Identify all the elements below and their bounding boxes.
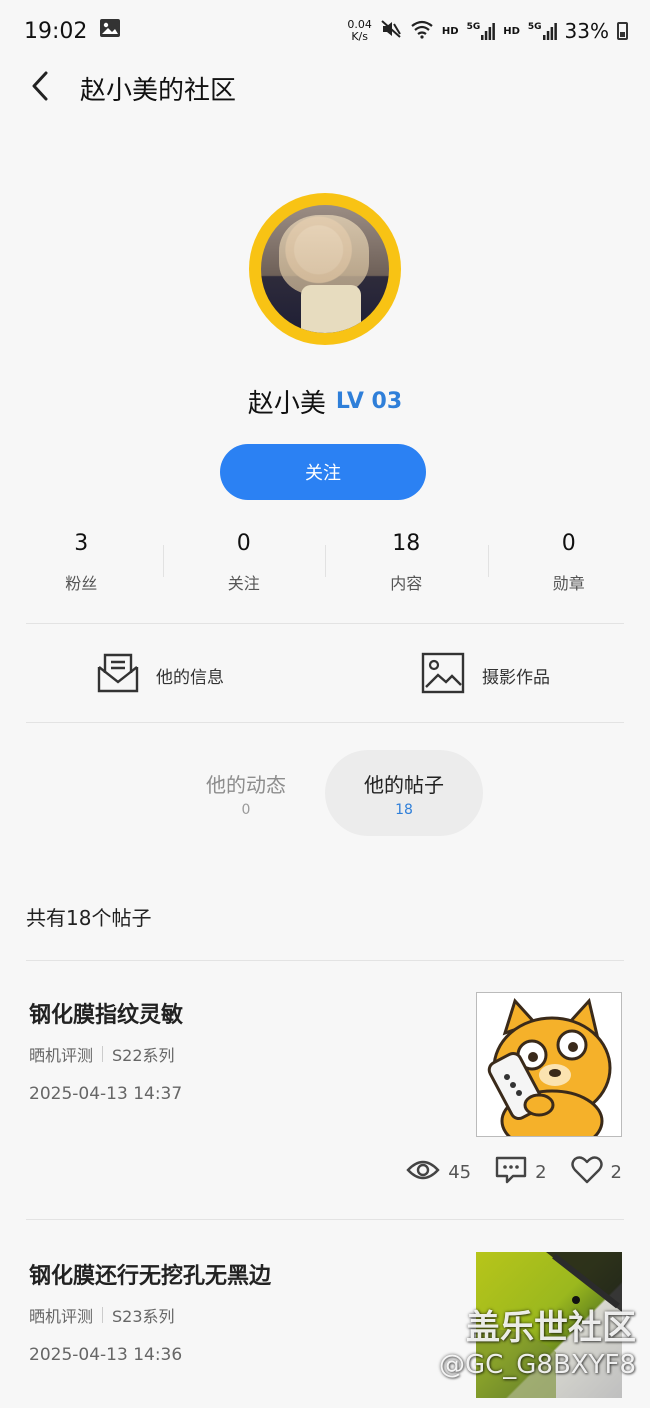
signal-icon-1: 5G <box>467 22 496 40</box>
follow-button[interactable]: 关注 <box>220 444 426 500</box>
stat-label: 勋章 <box>552 574 585 593</box>
divider <box>26 623 624 624</box>
post-item[interactable]: 钢化膜指纹灵敏 晒机评测 S22系列 2025-04-13 14:37 45 2… <box>0 961 650 1219</box>
likes-stat[interactable]: 2 <box>570 1156 622 1189</box>
his-info-label: 他的信息 <box>156 667 224 688</box>
watermark-handle: @GC_G8BXYF8 <box>438 1350 636 1380</box>
post-date: 2025-04-13 14:37 <box>29 1084 183 1104</box>
comments-stat[interactable]: 2 <box>495 1156 547 1189</box>
post-count-text: 共有18个帖子 <box>26 906 152 930</box>
divider <box>26 722 624 723</box>
signal-label-1: 5G <box>466 22 481 32</box>
tag-separator <box>102 1046 104 1062</box>
post-tags: 晒机评测 S22系列 <box>29 1042 175 1066</box>
wifi-icon <box>410 19 434 44</box>
status-bar: 19:02 0.04 K/s HD 5G HD 5G 33% <box>0 0 650 62</box>
content-tabs: 他的动态 0 他的帖子 18 <box>0 750 650 836</box>
cartoon-cat-image <box>487 997 612 1136</box>
stat-value: 0 <box>236 531 251 556</box>
avatar-ring[interactable] <box>249 193 401 345</box>
signal-label-2: 5G <box>527 22 542 32</box>
post-category: 晒机评测 <box>29 1307 94 1326</box>
post-thumbnail[interactable] <box>476 992 622 1137</box>
post-category: 晒机评测 <box>29 1046 94 1065</box>
post-date: 2025-04-13 14:36 <box>29 1345 183 1365</box>
tab-count: 18 <box>395 801 413 818</box>
stat-medals[interactable]: 0 勋章 <box>487 525 650 605</box>
post-meta: 45 2 2 <box>390 1156 622 1189</box>
signal-icon-2: 5G <box>528 22 557 40</box>
tag-separator <box>102 1307 104 1323</box>
stat-fans[interactable]: 3 粉丝 <box>0 525 163 605</box>
post-title: 钢化膜还行无挖孔无黑边 <box>29 1264 272 1289</box>
net-speed-unit: K/s <box>351 30 368 43</box>
post-series: S23系列 <box>112 1307 175 1326</box>
watermark-title: 盖乐世社区 <box>466 1308 636 1348</box>
post-series: S22系列 <box>112 1046 175 1065</box>
hd-label-1: HD <box>441 25 459 37</box>
mail-icon <box>96 651 140 699</box>
hd-label-2: HD <box>503 25 520 37</box>
stat-following[interactable]: 0 关注 <box>162 525 326 605</box>
post-title: 钢化膜指纹灵敏 <box>29 1003 184 1028</box>
stat-value: 18 <box>392 531 421 556</box>
back-button[interactable] <box>0 62 80 114</box>
his-info-link[interactable]: 他的信息 <box>96 640 224 710</box>
tab-count: 0 <box>241 801 251 818</box>
mute-icon <box>380 18 402 45</box>
stat-value: 3 <box>74 531 89 556</box>
views-count: 45 <box>448 1162 472 1183</box>
comments-count: 2 <box>535 1162 547 1183</box>
photography-link[interactable]: 摄影作品 <box>420 640 550 710</box>
avatar <box>261 205 389 333</box>
image-icon <box>420 651 466 699</box>
tab-activity[interactable]: 他的动态 0 <box>167 750 325 836</box>
photography-label: 摄影作品 <box>482 667 550 688</box>
stat-label: 粉丝 <box>65 574 98 593</box>
stat-label: 内容 <box>390 574 423 593</box>
top-bar: 赵小美的社区 <box>0 62 650 114</box>
level-badge: LV 03 <box>335 388 403 414</box>
heart-icon <box>570 1156 603 1189</box>
page-title: 赵小美的社区 <box>80 75 237 106</box>
comment-icon <box>495 1156 527 1189</box>
tab-label: 他的帖子 <box>364 772 444 797</box>
stats-row: 3 粉丝 0 关注 18 内容 0 勋章 <box>0 525 650 605</box>
tab-posts[interactable]: 他的帖子 18 <box>325 750 483 836</box>
stat-value: 0 <box>561 531 576 556</box>
gallery-icon <box>99 18 121 44</box>
profile-name-row: 赵小美 LV 03 <box>0 382 650 420</box>
battery-percent: 33% <box>564 19 609 43</box>
tab-label: 他的动态 <box>206 772 286 797</box>
stat-content[interactable]: 18 内容 <box>325 525 488 605</box>
post-tags: 晒机评测 S23系列 <box>29 1303 175 1327</box>
likes-count: 2 <box>610 1162 622 1183</box>
eye-icon <box>406 1158 440 1187</box>
network-speed: 0.04 K/s <box>347 19 372 43</box>
views-stat: 45 <box>406 1158 471 1187</box>
battery-icon <box>617 22 628 40</box>
stat-label: 关注 <box>227 574 260 593</box>
chevron-left-icon <box>30 70 50 106</box>
status-time: 19:02 <box>24 18 88 44</box>
username: 赵小美 <box>247 388 326 419</box>
